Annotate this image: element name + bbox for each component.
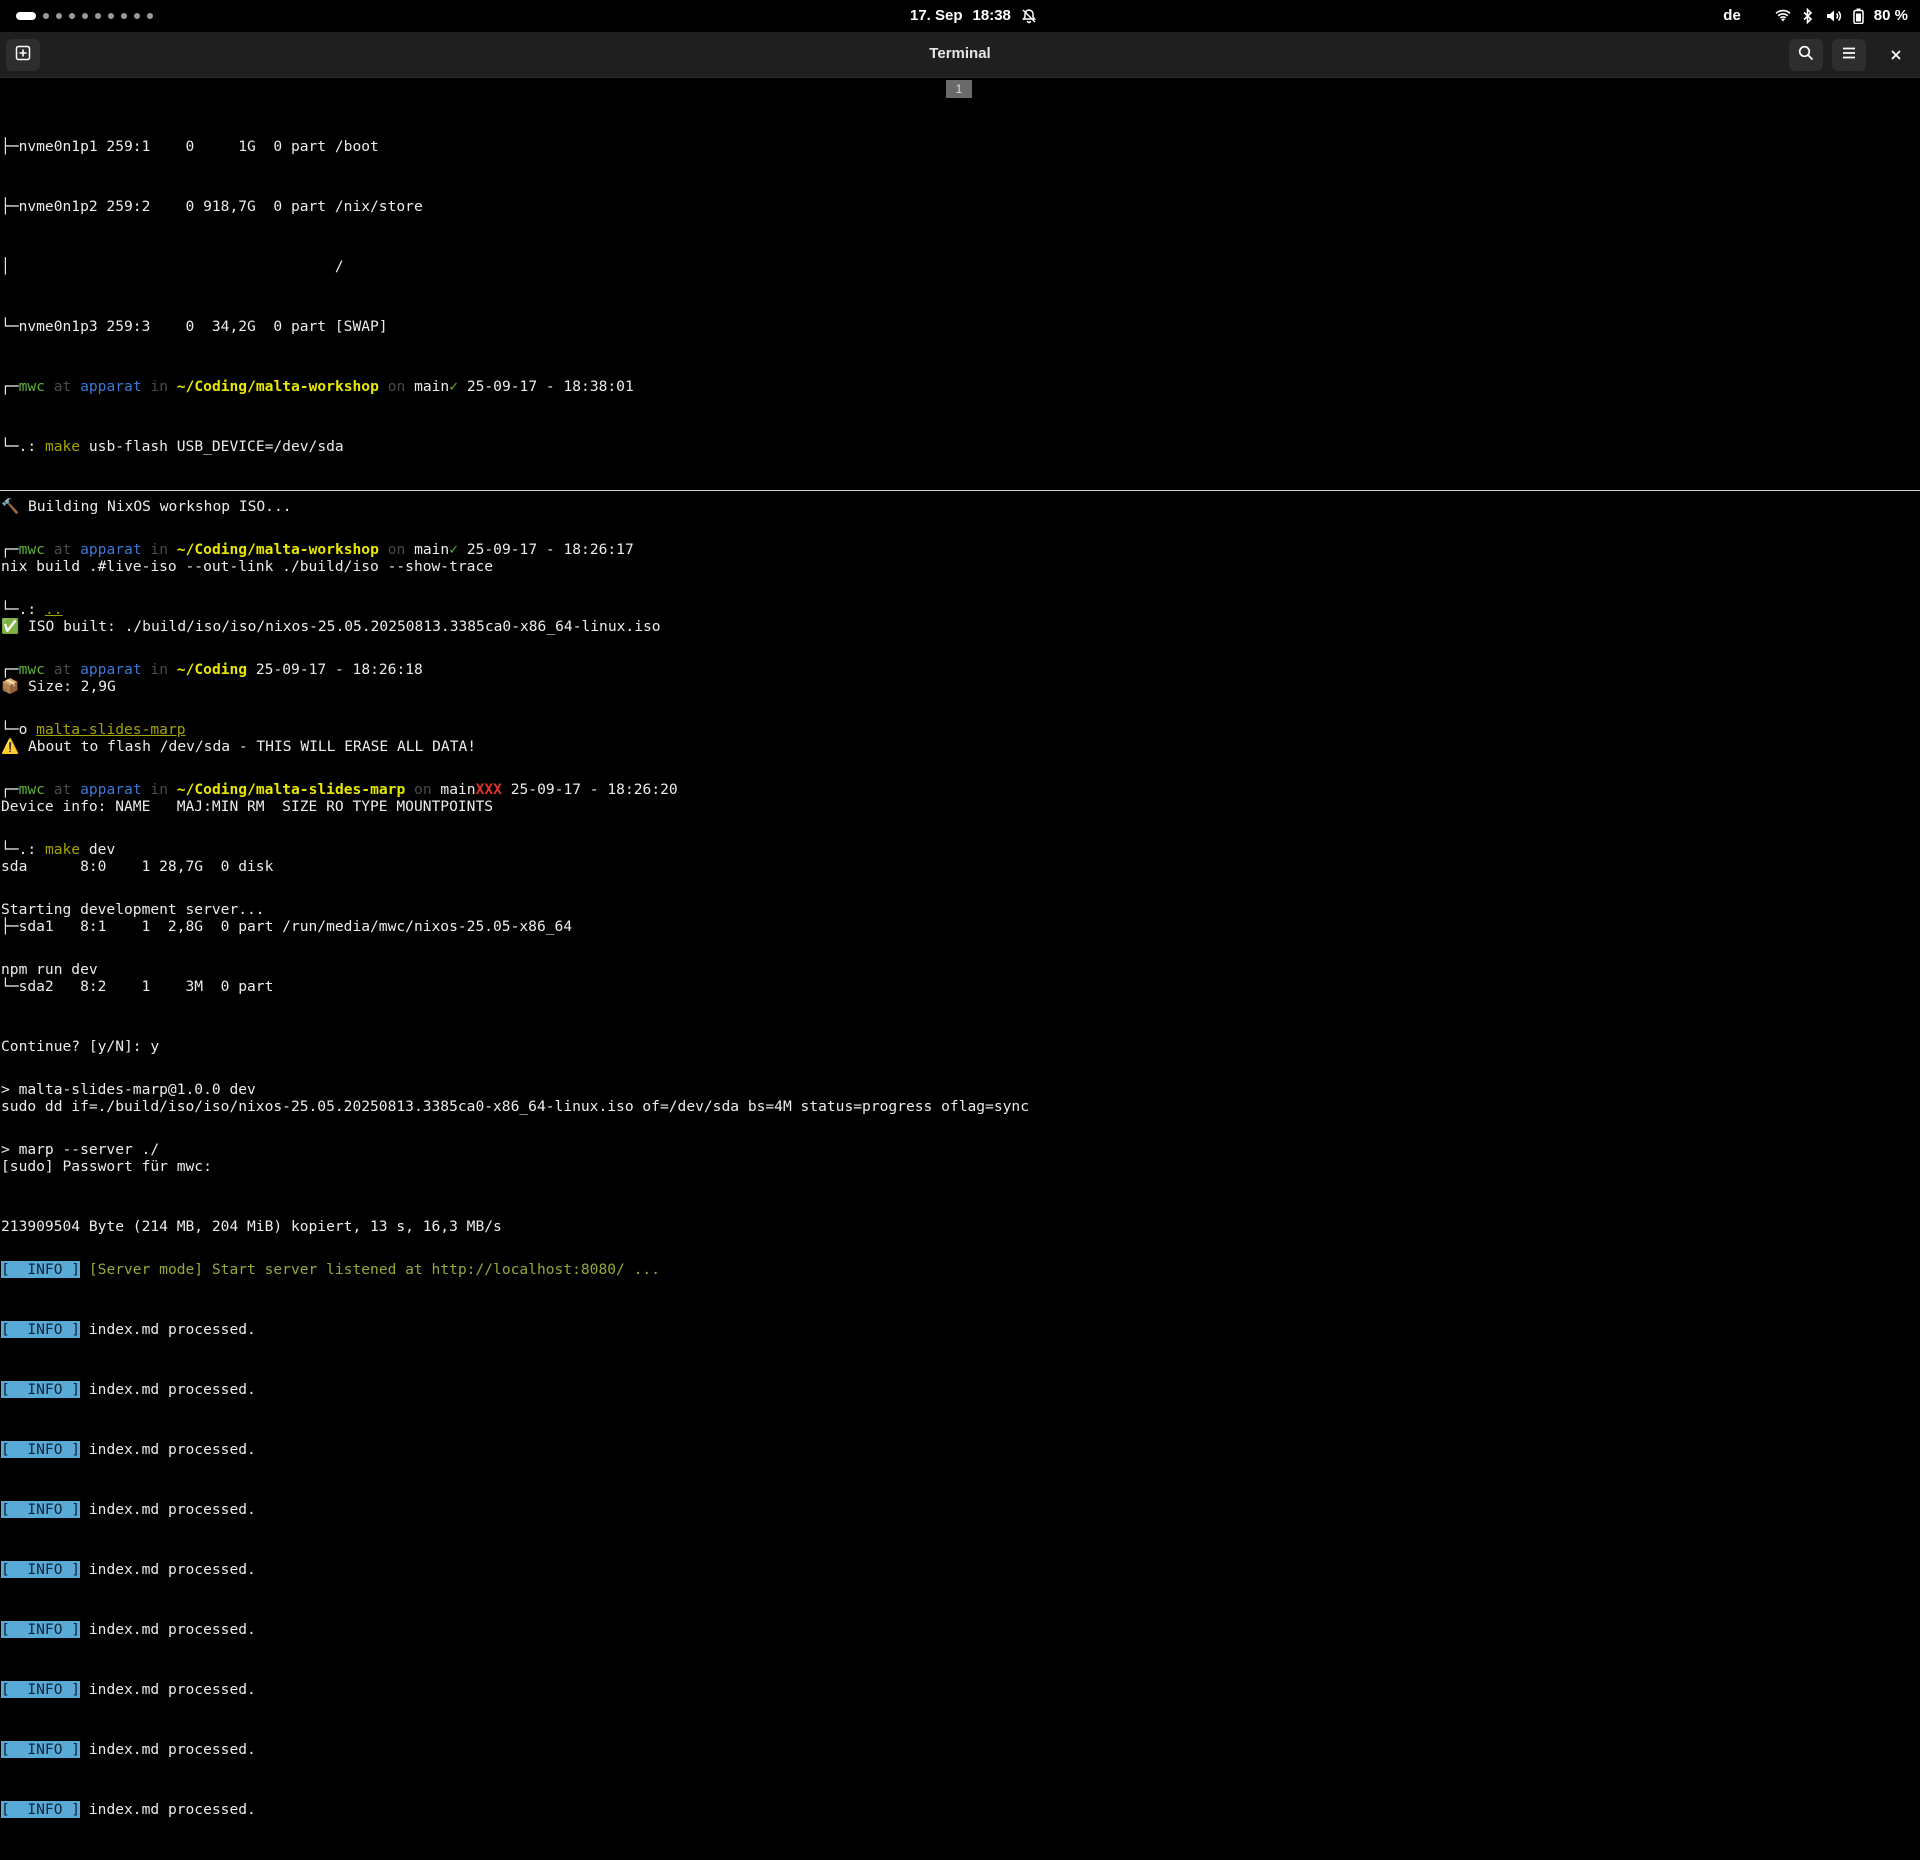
- terminal-line: npm run dev: [1, 961, 98, 978]
- workspace-dot[interactable]: [95, 13, 101, 19]
- git-status: ✓: [449, 378, 459, 395]
- bluetooth-icon: [1801, 7, 1815, 24]
- command-line: └─.: make dev: [1, 841, 116, 858]
- command-args: malta-slides-marp: [36, 721, 186, 738]
- battery-percentage: 80 %: [1873, 7, 1908, 24]
- git-status: ✓: [449, 541, 459, 558]
- hamburger-menu-icon: [1841, 45, 1857, 65]
- prompt-path: ~/Coding/malta-workshop: [176, 541, 379, 558]
- command-line: └─.: make usb-flash USB_DEVICE=/dev/sda: [1, 438, 344, 455]
- prompt-line: ┌─mwc at apparat in ~/Coding/malta-slide…: [1, 781, 678, 798]
- workspace-dot[interactable]: [134, 13, 140, 19]
- prompt-line: ┌─mwc at apparat in ~/Coding/malta-works…: [1, 378, 634, 395]
- date-time-menu[interactable]: 17. Sep 18:38: [910, 7, 1037, 24]
- terminal-header-bar: Terminal: [0, 32, 1920, 78]
- log-line: [ INFO ] index.md processed.: [1, 1441, 256, 1458]
- prompt-line: ┌─mwc at apparat in ~/Coding 25-09-17 - …: [1, 661, 423, 678]
- prompt-path: ~/Coding: [176, 661, 248, 678]
- info-badge: [ INFO ]: [1, 1321, 81, 1338]
- prompt-path: ~/Coding/malta-slides-marp: [176, 781, 406, 798]
- log-line: [ INFO ] index.md processed.: [1, 1621, 256, 1638]
- system-top-bar: 17. Sep 18:38 de 80 %: [0, 0, 1920, 32]
- log-line: [ INFO ] index.md processed.: [1, 1321, 256, 1338]
- window-title: Terminal: [929, 45, 991, 62]
- tab-number-indicator: 1: [946, 80, 972, 98]
- log-line: [ INFO ] index.md processed.: [1, 1801, 256, 1818]
- log-line: [ INFO ] index.md processed.: [1, 1741, 256, 1758]
- terminal-line: │ /: [1, 258, 344, 275]
- search-button[interactable]: [1789, 39, 1823, 71]
- log-line: [ INFO ] index.md processed.: [1, 1381, 256, 1398]
- info-badge: [ INFO ]: [1, 1741, 81, 1758]
- git-branch: main: [414, 541, 450, 558]
- terminal-line: ├─nvme0n1p2 259:2 0 918,7G 0 part /nix/s…: [1, 198, 423, 215]
- notifications-muted-icon: [1021, 8, 1037, 24]
- log-line: [ INFO ] [Server mode] Start server list…: [1, 1260, 678, 1280]
- info-badge: [ INFO ]: [1, 1261, 81, 1278]
- command-line: └─o malta-slides-marp: [1, 721, 186, 738]
- search-icon: [1798, 45, 1814, 65]
- prompt-line: ┌─mwc at apparat in ~/Coding/malta-works…: [1, 541, 634, 558]
- log-line: [ INFO ] index.md processed.: [1, 1561, 256, 1578]
- command-args: usb-flash USB_DEVICE=/dev/sda: [88, 438, 344, 455]
- prompt-timestamp: 25-09-17 - 18:38:01: [466, 378, 634, 395]
- command-line: └─.: ..: [1, 601, 63, 618]
- terminal-line: Starting development server...: [1, 901, 265, 918]
- info-badge: [ INFO ]: [1, 1681, 81, 1698]
- prompt-timestamp: 25-09-17 - 18:26:18: [255, 661, 423, 678]
- workspace-dot[interactable]: [147, 13, 153, 19]
- terminal-line: ├─nvme0n1p1 259:1 0 1G 0 part /boot: [1, 138, 379, 155]
- workspace-dot[interactable]: [121, 13, 127, 19]
- keyboard-layout-indicator[interactable]: de: [1723, 7, 1741, 24]
- info-badge: [ INFO ]: [1, 1501, 81, 1518]
- workspace-dot[interactable]: [82, 13, 88, 19]
- wifi-icon: [1775, 8, 1791, 24]
- close-window-button[interactable]: [1879, 39, 1913, 71]
- log-line: [ INFO ] index.md processed.: [1, 1501, 256, 1518]
- main-menu-button[interactable]: [1832, 39, 1866, 71]
- server-message: [Server mode] Start server listened at h…: [88, 1261, 660, 1278]
- log-line: [ INFO ] index.md processed.: [1, 1681, 256, 1698]
- git-branch: main: [414, 378, 450, 395]
- info-badge: [ INFO ]: [1, 1381, 81, 1398]
- system-status-area[interactable]: de 80 %: [1723, 7, 1908, 24]
- command-args: dev: [88, 841, 116, 858]
- time-label: 18:38: [972, 7, 1011, 24]
- prompt-timestamp: 25-09-17 - 18:26:17: [466, 541, 634, 558]
- terminal-line: └─nvme0n1p3 259:3 0 34,2G 0 part [SWAP]: [1, 318, 388, 335]
- info-badge: [ INFO ]: [1, 1801, 81, 1818]
- workspace-dot[interactable]: [56, 13, 62, 19]
- workspace-indicator[interactable]: [16, 12, 153, 20]
- info-badge: [ INFO ]: [1, 1441, 81, 1458]
- workspace-dot[interactable]: [43, 13, 49, 19]
- command-name: make: [44, 438, 81, 455]
- close-icon: [1890, 46, 1902, 65]
- prompt-path: ~/Coding/malta-workshop: [176, 378, 379, 395]
- terminal-line: > marp --server ./: [1, 1141, 160, 1158]
- workspace-dot[interactable]: [108, 13, 114, 19]
- terminal-line: > malta-slides-marp@1.0.0 dev: [1, 1081, 256, 1098]
- terminal-pane-top[interactable]: 1 ├─nvme0n1p1 259:1 0 1G 0 part /boot ├─…: [0, 77, 1920, 1235]
- workspace-dot[interactable]: [69, 13, 75, 19]
- git-branch: main: [440, 781, 476, 798]
- prompt-timestamp: 25-09-17 - 18:26:20: [510, 781, 678, 798]
- command-name: make: [44, 841, 81, 858]
- workspace-active-dot[interactable]: [16, 12, 36, 20]
- terminal-pane-bottom[interactable]: ┌─mwc at apparat in ~/Coding/malta-works…: [0, 490, 1920, 1818]
- date-label: 17. Sep: [910, 7, 963, 24]
- battery-icon: [1853, 8, 1864, 24]
- volume-icon: [1825, 8, 1843, 24]
- info-badge: [ INFO ]: [1, 1621, 81, 1638]
- info-badge: [ INFO ]: [1, 1561, 81, 1578]
- git-status: XXX: [475, 781, 502, 798]
- command-args: ..: [44, 601, 63, 618]
